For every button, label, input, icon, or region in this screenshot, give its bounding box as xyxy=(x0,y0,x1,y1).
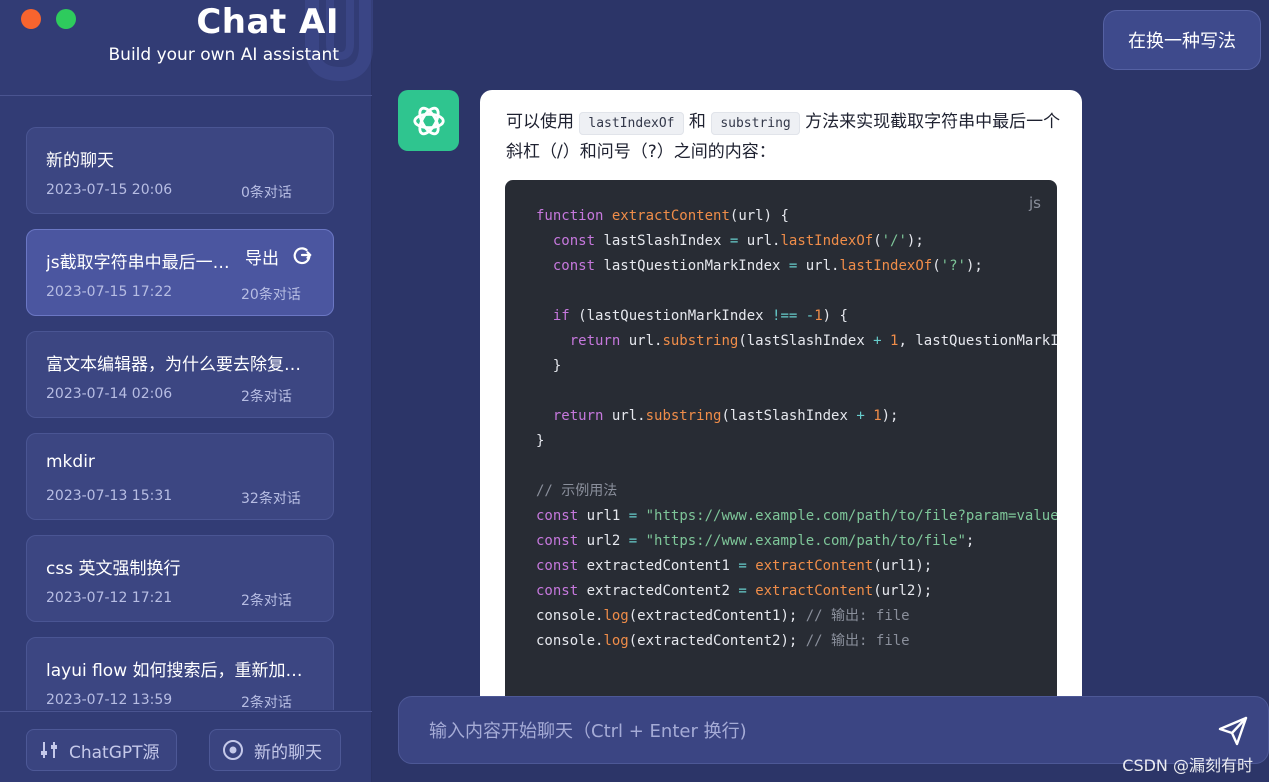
chat-item-active[interactable]: js截取字符串中最后一个斜杠和问号之间的内容 导出 2023-07-15 17:… xyxy=(26,229,334,316)
sidebar-bottom-divider xyxy=(0,711,372,712)
chat-item[interactable]: layui flow 如何搜索后，重新加载数据 2023-07-12 13:59… xyxy=(26,637,334,710)
chat-date: 2023-07-12 13:59 xyxy=(46,692,173,708)
brand-subtitle: Build your own AI assistant xyxy=(108,45,339,65)
sidebar: Chat AI Build your own AI assistant 新的聊天… xyxy=(0,0,373,782)
chat-date: 2023-07-12 17:21 xyxy=(46,590,173,606)
chat-input[interactable] xyxy=(429,715,1189,747)
chat-item[interactable]: mkdir 2023-07-13 15:31 32条对话 xyxy=(26,433,334,520)
chat-title: layui flow 如何搜索后，重新加载数据 xyxy=(46,661,314,681)
chatgpt-source-label: ChatGPT源 xyxy=(69,742,160,763)
sidebar-divider xyxy=(0,95,372,96)
chat-count: 2条对话 xyxy=(241,695,292,710)
assistant-avatar xyxy=(398,90,459,151)
chat-title: mkdir xyxy=(46,452,95,472)
new-chat-button[interactable]: 新的聊天 xyxy=(209,729,341,771)
chat-date: 2023-07-14 02:06 xyxy=(46,386,173,402)
chat-count: 0条对话 xyxy=(241,185,292,201)
chat-count: 20条对话 xyxy=(241,287,301,303)
chat-count: 32条对话 xyxy=(241,491,301,507)
export-button[interactable]: 导出 xyxy=(245,244,279,269)
chat-item[interactable]: css 英文强制换行 2023-07-12 17:21 2条对话 xyxy=(26,535,334,622)
chat-date: 2023-07-13 15:31 xyxy=(46,488,173,504)
brand-title: Chat AI xyxy=(196,2,339,42)
chat-count: 2条对话 xyxy=(241,389,292,405)
assistant-message: 可以使用 lastIndexOf 和 substring 方法来实现截取字符串中… xyxy=(480,90,1082,700)
inline-code-lastindexof: lastIndexOf xyxy=(579,112,684,135)
chat-title: 新的聊天 xyxy=(46,151,114,171)
code-content: function extractContent(url) { const las… xyxy=(536,208,1057,649)
add-circle-icon xyxy=(223,740,243,760)
code-block[interactable]: js function extractContent(url) { const … xyxy=(505,180,1057,700)
chat-history-list[interactable]: 新的聊天 2023-07-15 20:06 0条对话 js截取字符串中最后一个斜… xyxy=(26,127,334,710)
window-maximize-dot[interactable] xyxy=(56,9,76,29)
export-icon[interactable] xyxy=(291,244,313,266)
answer-text-segment: 和 xyxy=(688,112,706,132)
chat-title: 富文本编辑器，为什么要去除复制的格式 xyxy=(46,355,314,375)
chat-title: css 英文强制换行 xyxy=(46,559,181,579)
csdn-watermark: CSDN @漏刻有时 xyxy=(1122,756,1253,775)
sliders-icon xyxy=(41,742,57,758)
chatgpt-source-button[interactable]: ChatGPT源 xyxy=(26,729,177,771)
new-chat-label: 新的聊天 xyxy=(254,742,322,763)
assistant-answer-text: 可以使用 lastIndexOf 和 substring 方法来实现截取字符串中… xyxy=(506,108,1066,166)
chat-date: 2023-07-15 17:22 xyxy=(46,284,173,300)
user-message-bubble: 在换一种写法 xyxy=(1103,10,1261,70)
chat-count: 2条对话 xyxy=(241,593,292,609)
inline-code-substring: substring xyxy=(711,112,800,135)
send-icon[interactable] xyxy=(1216,714,1250,748)
chat-item[interactable]: 新的聊天 2023-07-15 20:06 0条对话 xyxy=(26,127,334,214)
chat-date: 2023-07-15 20:06 xyxy=(46,182,173,198)
window-close-dot[interactable] xyxy=(21,9,41,29)
openai-logo-icon xyxy=(412,106,445,135)
chat-item[interactable]: 富文本编辑器，为什么要去除复制的格式 2023-07-14 02:06 2条对话 xyxy=(26,331,334,418)
answer-text-segment: 可以使用 xyxy=(506,112,574,132)
chat-title: js截取字符串中最后一个斜杠和问号之间的内容 xyxy=(46,253,238,273)
